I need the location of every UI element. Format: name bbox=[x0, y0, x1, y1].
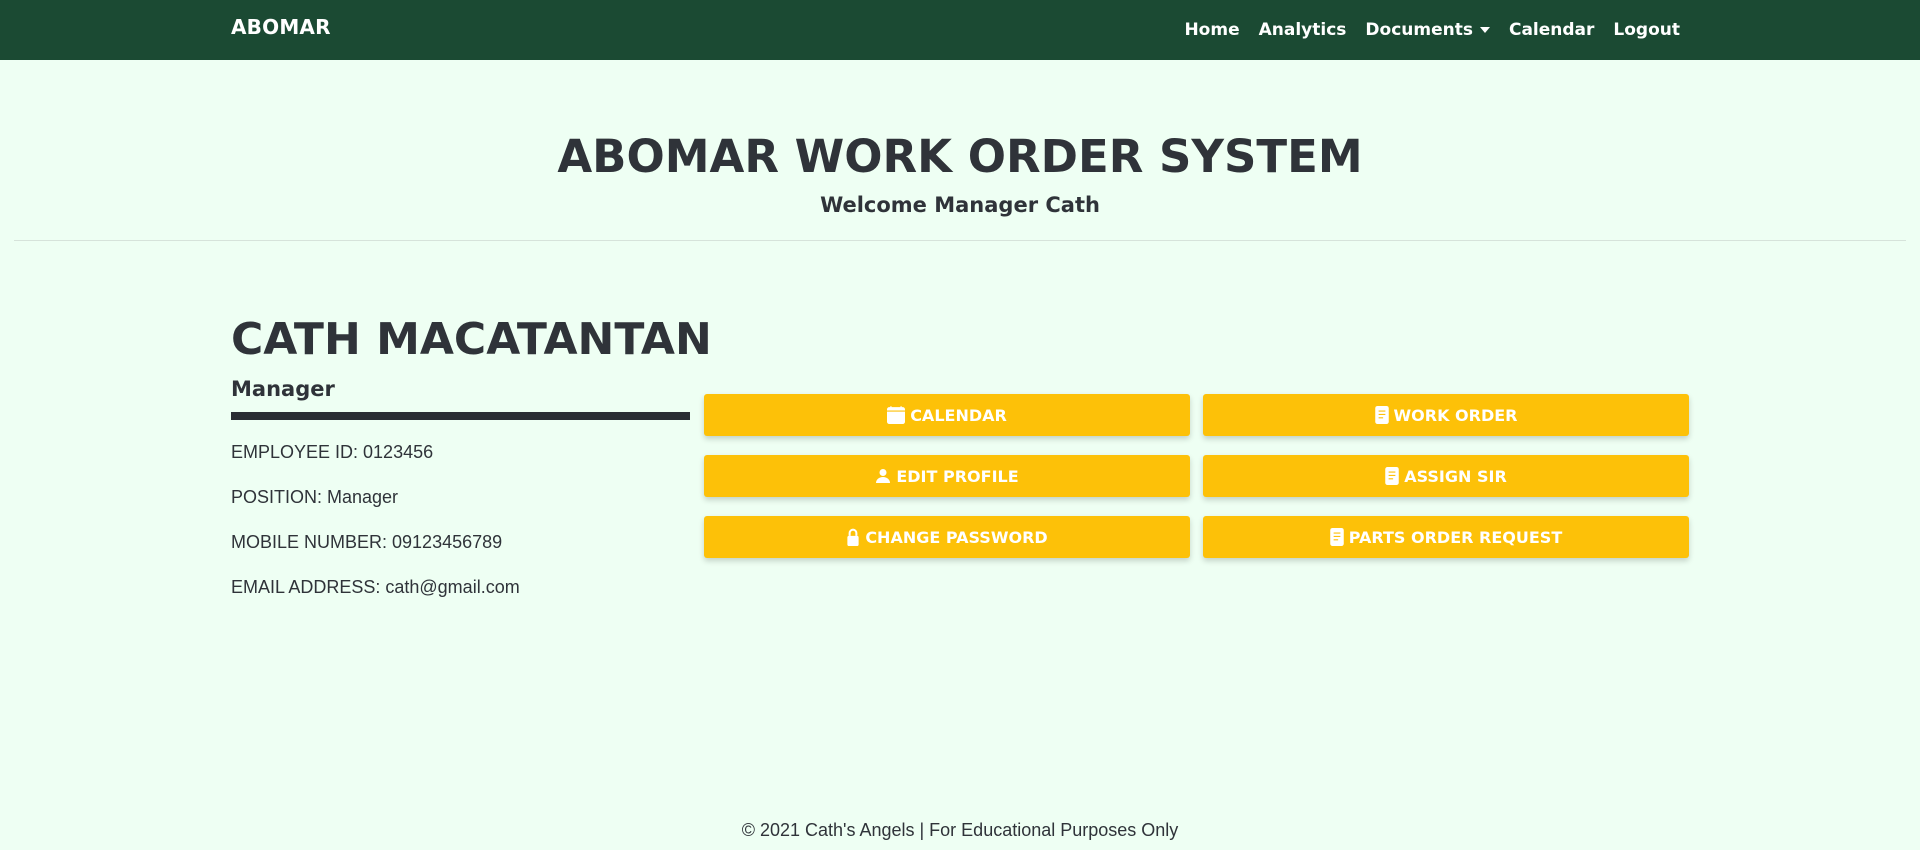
employee-id-text: EMPLOYEE ID: 0123456 bbox=[231, 442, 434, 462]
nav-link-home[interactable]: Home bbox=[1184, 20, 1239, 40]
calendar-button-label: CALENDAR bbox=[910, 405, 1007, 425]
work-order-button-label: WORK ORDER bbox=[1393, 405, 1518, 425]
header-divider bbox=[14, 240, 1906, 241]
nav-dropdown-documents[interactable]: Documents bbox=[1365, 20, 1490, 40]
nav-link-logout[interactable]: Logout bbox=[1613, 20, 1680, 40]
change-password-button-label: CHANGE PASSWORD bbox=[865, 527, 1048, 547]
page-title: ABOMAR WORK ORDER SYSTEM bbox=[557, 130, 1363, 183]
change-password-button[interactable]: CHANGE PASSWORD bbox=[704, 516, 1190, 558]
lock-icon bbox=[846, 528, 860, 546]
parts-order-request-button[interactable]: PARTS ORDER REQUEST bbox=[1203, 516, 1689, 558]
profile-role: Manager bbox=[231, 377, 335, 401]
nav-link-analytics[interactable]: Analytics bbox=[1259, 20, 1347, 40]
person-icon bbox=[875, 468, 891, 484]
assign-sir-button-label: ASSIGN SIR bbox=[1404, 466, 1507, 486]
brand-logo[interactable]: ABOMAR bbox=[231, 15, 331, 39]
nav-link-calendar[interactable]: Calendar bbox=[1509, 20, 1594, 40]
document-icon bbox=[1385, 467, 1399, 485]
nav-dropdown-documents-label: Documents bbox=[1365, 20, 1473, 40]
calendar-button[interactable]: CALENDAR bbox=[704, 394, 1190, 436]
footer-text: © 2021 Cath's Angels | For Educational P… bbox=[741, 820, 1179, 840]
navbar: ABOMAR Home Analytics Documents Calendar… bbox=[0, 0, 1920, 60]
edit-profile-button[interactable]: EDIT PROFILE bbox=[704, 455, 1190, 497]
document-icon bbox=[1330, 528, 1344, 546]
caret-down-icon bbox=[1479, 27, 1490, 33]
assign-sir-button[interactable]: ASSIGN SIR bbox=[1203, 455, 1689, 497]
nav-links: Home Analytics Documents Calendar Logout bbox=[1165, 0, 1680, 60]
email-address-text: EMAIL ADDRESS: cath@gmail.com bbox=[231, 577, 520, 597]
mobile-number-text: MOBILE NUMBER: 09123456789 bbox=[231, 532, 503, 552]
work-order-button[interactable]: WORK ORDER bbox=[1203, 394, 1689, 436]
edit-profile-button-label: EDIT PROFILE bbox=[896, 466, 1019, 486]
calendar-icon bbox=[887, 406, 906, 424]
position-text: POSITION: Manager bbox=[231, 487, 399, 507]
parts-order-request-button-label: PARTS ORDER REQUEST bbox=[1348, 527, 1563, 547]
welcome-subtitle: Welcome Manager Cath bbox=[820, 193, 1100, 217]
profile-name: CATH MACATANTAN bbox=[231, 314, 712, 365]
profile-role-underline bbox=[231, 412, 690, 420]
document-icon bbox=[1374, 406, 1389, 424]
